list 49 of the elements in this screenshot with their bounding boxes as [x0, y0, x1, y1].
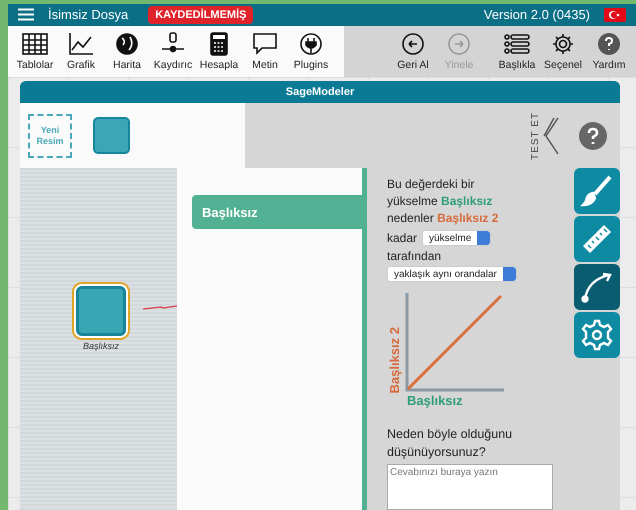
version-label: Version 2.0 (0435)	[484, 7, 590, 22]
menu-icon[interactable]	[18, 8, 34, 22]
link-line	[143, 304, 177, 310]
toolbar-button[interactable]: Yardım	[586, 32, 632, 71]
gear-icon	[550, 32, 576, 56]
kadar-label: kadar	[387, 231, 418, 245]
tool-button[interactable]	[574, 216, 620, 262]
curved-arrow-icon	[580, 270, 614, 304]
help-icon[interactable]	[579, 122, 607, 150]
relationship-sentence: Bu değerdeki bir yükselme Başlıksız nedenler Başlıksız 2	[387, 176, 500, 227]
line-graph-icon	[68, 32, 94, 56]
tool-button[interactable]	[574, 312, 620, 358]
gear-icon	[580, 318, 614, 352]
tool-button[interactable]	[574, 264, 620, 310]
link-title: Başlıksız	[192, 195, 362, 229]
x-axis-label: Başlıksız	[407, 393, 464, 408]
document-title: İsimsiz Dosya	[48, 7, 128, 22]
toolbar-button[interactable]: Kaydırıc	[150, 32, 196, 71]
undo-icon	[400, 32, 426, 56]
redo-icon	[446, 32, 472, 56]
question-text: Neden böyle olduğunu düşünüyorsunuz?	[387, 426, 514, 461]
globe-icon	[114, 32, 140, 56]
unsaved-badge: KAYDEDİLMEMİŞ	[148, 6, 254, 24]
toolbar-button[interactable]: Seçenel	[540, 32, 586, 71]
toolbar-button[interactable]: Grafik	[58, 32, 104, 71]
table-icon	[22, 32, 48, 56]
tool-button[interactable]	[574, 168, 620, 214]
toolbar-button[interactable]: Harita	[104, 32, 150, 71]
speech-bubble-icon	[252, 32, 278, 56]
toolbar-button[interactable]: Geri Al	[390, 32, 436, 71]
answer-field[interactable]: Cevabınızı buraya yazın	[387, 464, 553, 510]
y-axis-label: Başlıksız 2	[387, 326, 400, 393]
toolbar-button[interactable]: Plugins	[288, 32, 334, 71]
tarafindan-label: tarafından	[387, 249, 442, 263]
list-icon	[504, 32, 530, 56]
help-icon	[596, 32, 622, 56]
toolbar-button[interactable]: Başlıkla	[494, 32, 540, 71]
amount-select[interactable]: yaklaşık aynı orandalar	[387, 266, 517, 282]
flag-icon[interactable]	[604, 8, 626, 22]
test-toggle[interactable]: TEST ET	[530, 112, 561, 160]
node-label: Başlıksız	[82, 341, 119, 351]
toolbar-button[interactable]: Tablolar	[12, 32, 58, 71]
window-title: SageModeler	[20, 81, 620, 103]
toolbar-button[interactable]: Hesapla	[196, 32, 242, 71]
palette-node[interactable]	[93, 117, 130, 154]
paintbrush-icon	[580, 174, 614, 208]
direction-select[interactable]: yükselme	[422, 230, 492, 246]
plug-icon	[298, 32, 324, 56]
toolbar-button[interactable]: Metin	[242, 32, 288, 71]
